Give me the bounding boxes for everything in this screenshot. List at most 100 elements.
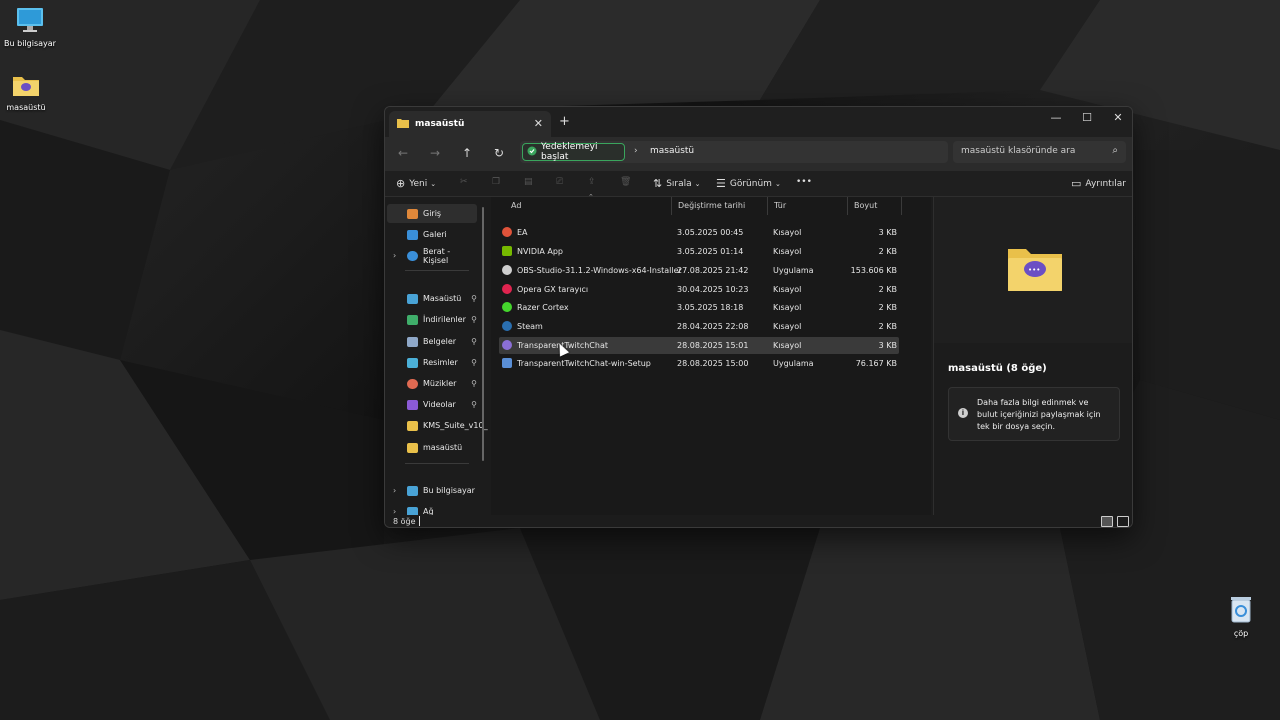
chevron-right-icon: ›	[634, 146, 638, 156]
folder-icon	[407, 442, 418, 453]
nav-item-desktop[interactable]: Masaüstü ⚲	[387, 289, 477, 308]
file-type: Uygulama	[773, 266, 814, 275]
table-row[interactable]: NVIDIA App 3.05.2025 01:14 Kısayol 2 KB	[499, 243, 899, 260]
start-backup-button[interactable]: Yedeklemeyi başlat	[522, 142, 625, 162]
file-size: 153.606 KB	[850, 266, 897, 275]
view-label: Görünüm	[729, 178, 772, 189]
cut-icon[interactable]: ✂	[460, 177, 468, 187]
nav-item-downloads[interactable]: İndirilenler ⚲	[387, 310, 477, 329]
view-button[interactable]: ☰ Görünüm ⌄	[716, 177, 781, 190]
desktop-icon-this-pc[interactable]: Bu bilgisayar	[0, 6, 60, 48]
details-view-button[interactable]	[1101, 516, 1113, 527]
column-header-name[interactable]: Ad	[505, 197, 672, 215]
table-row[interactable]: Opera GX tarayıcı 30.04.2025 10:23 Kısay…	[499, 281, 899, 298]
sort-button[interactable]: ⇅ Sırala ⌄	[653, 177, 701, 190]
table-row[interactable]: Razer Cortex 3.05.2025 18:18 Kısayol 2 K…	[499, 299, 899, 316]
nav-item-documents[interactable]: Belgeler ⚲	[387, 332, 477, 351]
column-header-date[interactable]: Değiştirme tarihi	[672, 197, 768, 215]
column-header-type[interactable]: Tür	[768, 197, 848, 215]
close-window-button[interactable]: ✕	[1103, 111, 1132, 124]
nav-item-kms-suite[interactable]: KMS_Suite_v10_	[387, 416, 488, 435]
file-date: 3.05.2025 18:18	[677, 303, 744, 312]
nav-item-this-pc[interactable]: › Bu bilgisayar	[387, 481, 477, 500]
chevron-right-icon[interactable]: ›	[393, 486, 396, 495]
nav-label: Berat - Kişisel	[423, 246, 451, 265]
nav-item-onedrive[interactable]: › Berat - Kişisel	[387, 246, 477, 265]
details-info-text: Daha fazla bilgi edinmek ve bulut içeriğ…	[977, 398, 1101, 431]
nav-item-gallery[interactable]: Galeri	[387, 225, 477, 244]
nav-scrollbar[interactable]	[482, 207, 484, 461]
file-type: Kısayol	[773, 303, 802, 312]
up-button[interactable]: ↑	[457, 146, 477, 160]
table-row[interactable]: OBS-Studio-31.1.2-Windows-x64-Installer …	[499, 262, 899, 279]
chevron-down-icon: ⌄	[774, 179, 781, 188]
nav-label: Videolar	[423, 400, 456, 409]
nav-label: Müzikler	[423, 379, 457, 388]
breadcrumb-masaustu[interactable]: masaüstü	[650, 146, 694, 156]
search-icon[interactable]: ⌕	[1112, 145, 1118, 156]
desktop-icon-folder[interactable]: masaüstü	[0, 72, 56, 112]
nav-item-pictures[interactable]: Resimler ⚲	[387, 353, 477, 372]
plus-circle-icon: ⊕	[396, 177, 406, 190]
column-header-size[interactable]: Boyut	[848, 197, 902, 215]
folder-icon	[407, 420, 418, 431]
file-explorer-window: masaüstü ✕ + — ☐ ✕ ← → ↑ ↻ Yedeklemeyi b…	[384, 106, 1133, 528]
folder-icon: •••	[1006, 245, 1064, 296]
nav-label: Bu bilgisayar	[423, 486, 475, 495]
copy-icon[interactable]: ❐	[492, 177, 500, 187]
details-label: Ayrıntılar	[1085, 178, 1126, 189]
nav-divider	[405, 270, 469, 271]
installer-icon	[502, 358, 512, 368]
videos-icon	[407, 399, 418, 410]
nav-item-music[interactable]: Müzikler ⚲	[387, 374, 477, 393]
forward-button[interactable]: →	[425, 146, 445, 160]
new-tab-button[interactable]: +	[559, 114, 570, 129]
table-row[interactable]: TransparentTwitchChat-win-Setup 28.08.20…	[499, 355, 899, 372]
table-row[interactable]: Steam 28.04.2025 22:08 Kısayol 2 KB	[499, 318, 899, 335]
search-input[interactable]: masaüstü klasöründe ara ⌕	[953, 141, 1126, 163]
delete-icon[interactable]: 🗑	[620, 177, 631, 187]
nav-label: Masaüstü	[423, 294, 462, 303]
recycle-bin-icon	[1211, 594, 1271, 626]
desktop-icon-recycle-bin[interactable]: çöp	[1211, 594, 1271, 638]
pin-icon: ⚲	[471, 400, 477, 409]
file-name: Steam	[517, 322, 543, 331]
minimize-button[interactable]: —	[1041, 111, 1071, 124]
nav-item-network[interactable]: › Ağ	[387, 502, 477, 515]
table-row[interactable]: EA 3.05.2025 00:45 Kısayol 3 KB	[499, 224, 899, 241]
chevron-right-icon[interactable]: ›	[393, 251, 396, 260]
nav-item-home[interactable]: Giriş	[387, 204, 477, 223]
tab-label: masaüstü	[415, 119, 465, 129]
rename-icon[interactable]: ⎚	[556, 177, 563, 187]
pictures-icon	[407, 357, 418, 368]
more-options-icon[interactable]: •••	[796, 177, 812, 187]
tab-masaustu[interactable]: masaüstü ✕	[389, 111, 551, 137]
start-backup-label: Yedeklemeyi başlat	[541, 142, 598, 162]
refresh-button[interactable]: ↻	[489, 146, 509, 160]
details-title: masaüstü (8 öğe)	[948, 363, 1047, 374]
maximize-button[interactable]: ☐	[1072, 111, 1102, 124]
file-size: 3 KB	[878, 341, 897, 350]
chevron-down-icon: ⌄	[430, 179, 437, 188]
cloud-backup-icon	[527, 146, 537, 159]
desktop-icon	[407, 293, 418, 304]
file-type: Kısayol	[773, 228, 802, 237]
nav-label: masaüstü	[423, 443, 463, 452]
razer-icon	[502, 302, 512, 312]
back-button[interactable]: ←	[393, 146, 413, 160]
breadcrumb[interactable]: Yedeklemeyi başlat › masaüstü	[520, 141, 948, 163]
share-icon[interactable]: ⇪	[588, 177, 596, 187]
folder-icon	[0, 72, 56, 100]
file-size: 76.167 KB	[855, 359, 897, 368]
chevron-right-icon[interactable]: ›	[393, 507, 396, 515]
nav-item-videos[interactable]: Videolar ⚲	[387, 395, 477, 414]
details-pane-button[interactable]: ▭ Ayrıntılar	[1071, 177, 1126, 190]
paste-icon[interactable]: ▤	[524, 177, 533, 187]
tab-close-icon[interactable]: ✕	[534, 117, 543, 130]
new-button[interactable]: ⊕ Yeni ⌄	[396, 177, 436, 190]
nav-item-masaustu-folder[interactable]: masaüstü	[387, 438, 477, 457]
home-icon	[407, 208, 418, 219]
file-name: NVIDIA App	[517, 247, 563, 256]
file-date: 3.05.2025 01:14	[677, 247, 744, 256]
large-icons-view-button[interactable]	[1117, 516, 1129, 527]
